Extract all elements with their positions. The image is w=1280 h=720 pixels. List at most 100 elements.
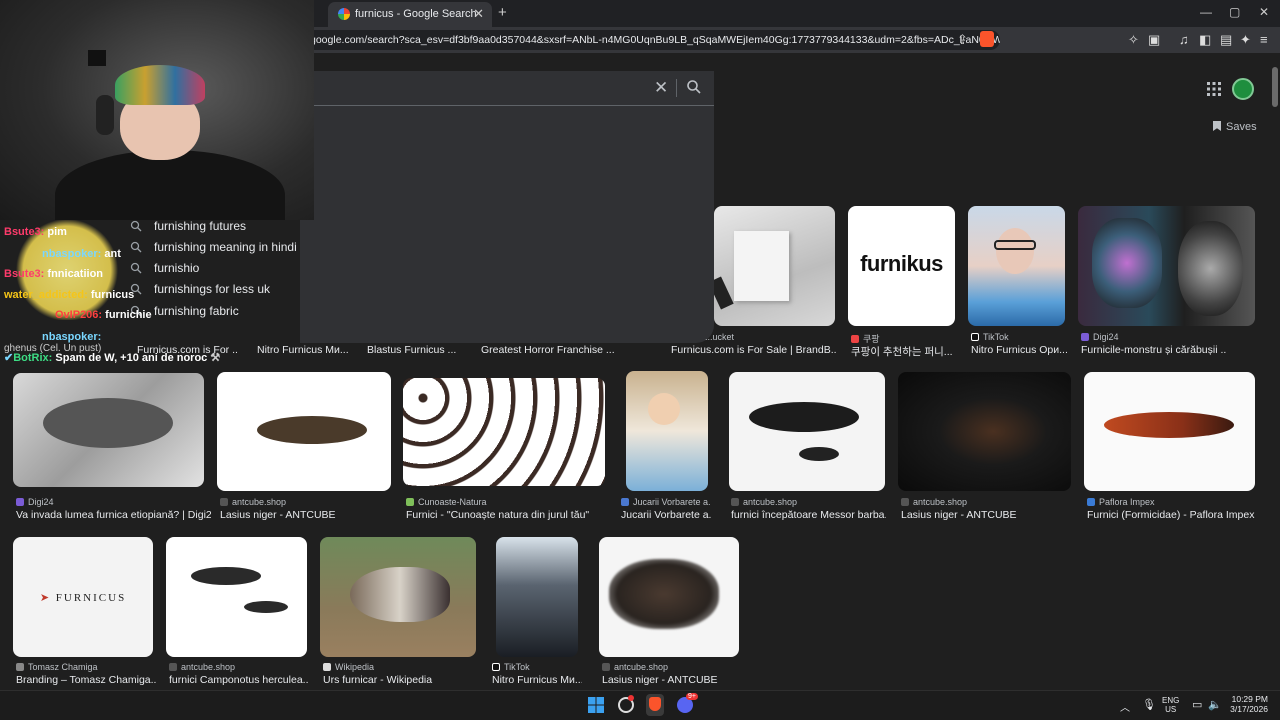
furnicus-mark-icon: ➤	[39, 592, 52, 604]
site-favicon-icon	[406, 498, 414, 506]
saves-label: Saves	[1226, 121, 1257, 133]
share-icon[interactable]: ⇪	[957, 32, 968, 48]
result-caption[interactable]: Va invada lumea furnica etiopiană? | Dig…	[16, 509, 211, 521]
result-image[interactable]: furnikus	[848, 206, 955, 326]
result-caption[interactable]: 쿠팡이 추천하는 퍼니...	[851, 344, 956, 359]
result-source: antcube.shop	[220, 497, 286, 507]
minimize-button[interactable]: —	[1200, 5, 1212, 19]
result-image[interactable]	[320, 537, 476, 657]
site-favicon-icon	[1087, 498, 1095, 506]
brave-shields-icon[interactable]	[980, 31, 994, 47]
result-caption[interactable]: Jucarii Vorbarete a...	[621, 509, 711, 521]
wallet-icon[interactable]: ▣	[1148, 32, 1160, 48]
result-caption[interactable]: Furnicile-monstru și cărăbușii ...	[1081, 344, 1226, 356]
result-image[interactable]	[599, 537, 739, 657]
chat-message: nbaspoker:	[42, 331, 101, 343]
result-image[interactable]	[217, 372, 391, 491]
digi24-icon	[16, 498, 24, 506]
network-icon[interactable]: ▭	[1192, 698, 1202, 711]
chat-user: BotRix:	[13, 352, 53, 364]
show-hidden-icons-icon[interactable]: ︿	[1120, 699, 1130, 714]
result-image[interactable]	[898, 372, 1071, 491]
result-source: Wikipedia	[323, 662, 374, 672]
saves-link[interactable]: Saves	[1213, 121, 1257, 133]
tiktok-icon	[971, 333, 979, 341]
hammer-icon: ⚒	[210, 352, 221, 364]
input-language[interactable]: ENG US	[1162, 696, 1179, 714]
result-image[interactable]	[968, 206, 1065, 326]
wikipedia-icon	[323, 663, 331, 671]
new-tab-button[interactable]: +	[498, 4, 507, 21]
clock[interactable]: 10:29 PM 3/17/2026	[1226, 694, 1268, 714]
music-icon[interactable]: ♫	[1179, 32, 1189, 47]
chat-user: Bsute3:	[4, 226, 45, 238]
extensions-icon[interactable]: ✧	[1128, 32, 1139, 48]
search-suggestions-panel: ✕	[300, 71, 714, 343]
result-caption[interactable]: Furnici (Formicidae) - Paflora Impex	[1087, 509, 1257, 521]
chat-user: nbaspoker:	[42, 248, 102, 260]
result-image[interactable]	[496, 537, 578, 657]
tab-google-search[interactable]: furnicus - Google Search ✕	[328, 2, 492, 27]
sidebar-icon[interactable]: ◧	[1199, 32, 1211, 48]
leo-ai-icon[interactable]: ✦	[1240, 32, 1251, 48]
result-source: Digi24	[1081, 332, 1119, 342]
result-caption[interactable]: Nitro Furnicus Ми...	[492, 674, 582, 686]
result-caption[interactable]: Lasius niger - ANTCUBE	[901, 509, 1071, 521]
chat-message: water_addicted: furnicus	[4, 289, 134, 301]
account-avatar[interactable]	[1232, 78, 1254, 100]
result-source: TikTok	[971, 332, 1009, 342]
close-tab-icon[interactable]: ✕	[473, 6, 484, 22]
result-image[interactable]	[714, 206, 835, 326]
result-caption[interactable]: furnici începătoare Messor barba...	[731, 509, 886, 521]
site-favicon-icon	[851, 335, 859, 343]
result-source: Jucarii Vorbarete a...	[621, 497, 711, 507]
windows-start-icon[interactable]	[588, 697, 604, 713]
result-caption[interactable]: Blastus Furnicus ...	[367, 344, 467, 356]
result-caption[interactable]: Furnici - "Cunoaște natura din jurul tău…	[406, 509, 611, 521]
chat-text: fnnicatiion	[47, 268, 104, 280]
result-caption[interactable]: Furnicus.com is For Sale | BrandB...	[671, 344, 836, 356]
result-image[interactable]	[166, 537, 307, 657]
clear-search-icon[interactable]: ✕	[654, 78, 668, 98]
result-caption[interactable]: Lasius niger - ANTCUBE	[220, 509, 390, 521]
result-image[interactable]	[1078, 206, 1255, 326]
result-image[interactable]	[13, 373, 204, 487]
result-caption[interactable]: Greatest Horror Franchise ...	[481, 344, 621, 356]
chat-message: Bsute3: fnnicatiion	[4, 268, 103, 280]
result-source: antcube.shop	[602, 662, 668, 672]
result-image[interactable]	[403, 378, 605, 486]
result-caption[interactable]: Branding – Tomasz Chamiga...	[16, 674, 156, 686]
result-source: Tomasz Chamiga	[16, 662, 98, 672]
result-image[interactable]	[1084, 372, 1255, 491]
result-image[interactable]: ➤ FURNICUS	[13, 537, 153, 657]
chat-user: water_addicted:	[4, 289, 88, 301]
microphone-icon[interactable]: 🎙	[1142, 698, 1156, 711]
result-source: ...ucket	[705, 332, 735, 342]
result-caption[interactable]: furnici Camponotus herculea...	[169, 674, 309, 686]
result-image[interactable]	[729, 372, 885, 491]
tiktok-icon	[492, 663, 500, 671]
tab-title: furnicus - Google Search	[355, 8, 477, 20]
address-bar[interactable]: google.com/search?sca_esv=df3bf9aa0d3570…	[300, 30, 1000, 50]
result-caption[interactable]: Nitro Furnicus Ми...	[257, 344, 357, 356]
result-caption[interactable]: Nitro Furnicus Ори...	[971, 344, 1071, 356]
menu-icon[interactable]: ≡	[1260, 32, 1268, 47]
volume-icon[interactable]: 🔈	[1208, 698, 1222, 711]
search-icon[interactable]	[686, 79, 702, 95]
result-source: antcube.shop	[169, 662, 235, 672]
result-image[interactable]	[626, 371, 708, 491]
result-caption[interactable]: Lasius niger - ANTCUBE	[602, 674, 742, 686]
brave-taskbar-item[interactable]	[646, 694, 664, 716]
result-source: Cunoaste-Natura	[406, 497, 487, 507]
wallet-card-icon[interactable]: ▤	[1220, 32, 1232, 48]
scrollbar[interactable]	[1272, 57, 1278, 677]
check-icon: ✔	[4, 352, 14, 364]
chat-user: OvIP206:	[55, 309, 103, 321]
google-apps-icon[interactable]	[1207, 82, 1221, 96]
digi24-icon	[1081, 333, 1089, 341]
maximize-button[interactable]: ▢	[1229, 5, 1240, 19]
site-favicon-icon	[901, 498, 909, 506]
close-window-button[interactable]: ✕	[1259, 5, 1269, 19]
site-favicon-icon	[16, 663, 24, 671]
result-caption[interactable]: Urs furnicar - Wikipedia	[323, 674, 478, 686]
